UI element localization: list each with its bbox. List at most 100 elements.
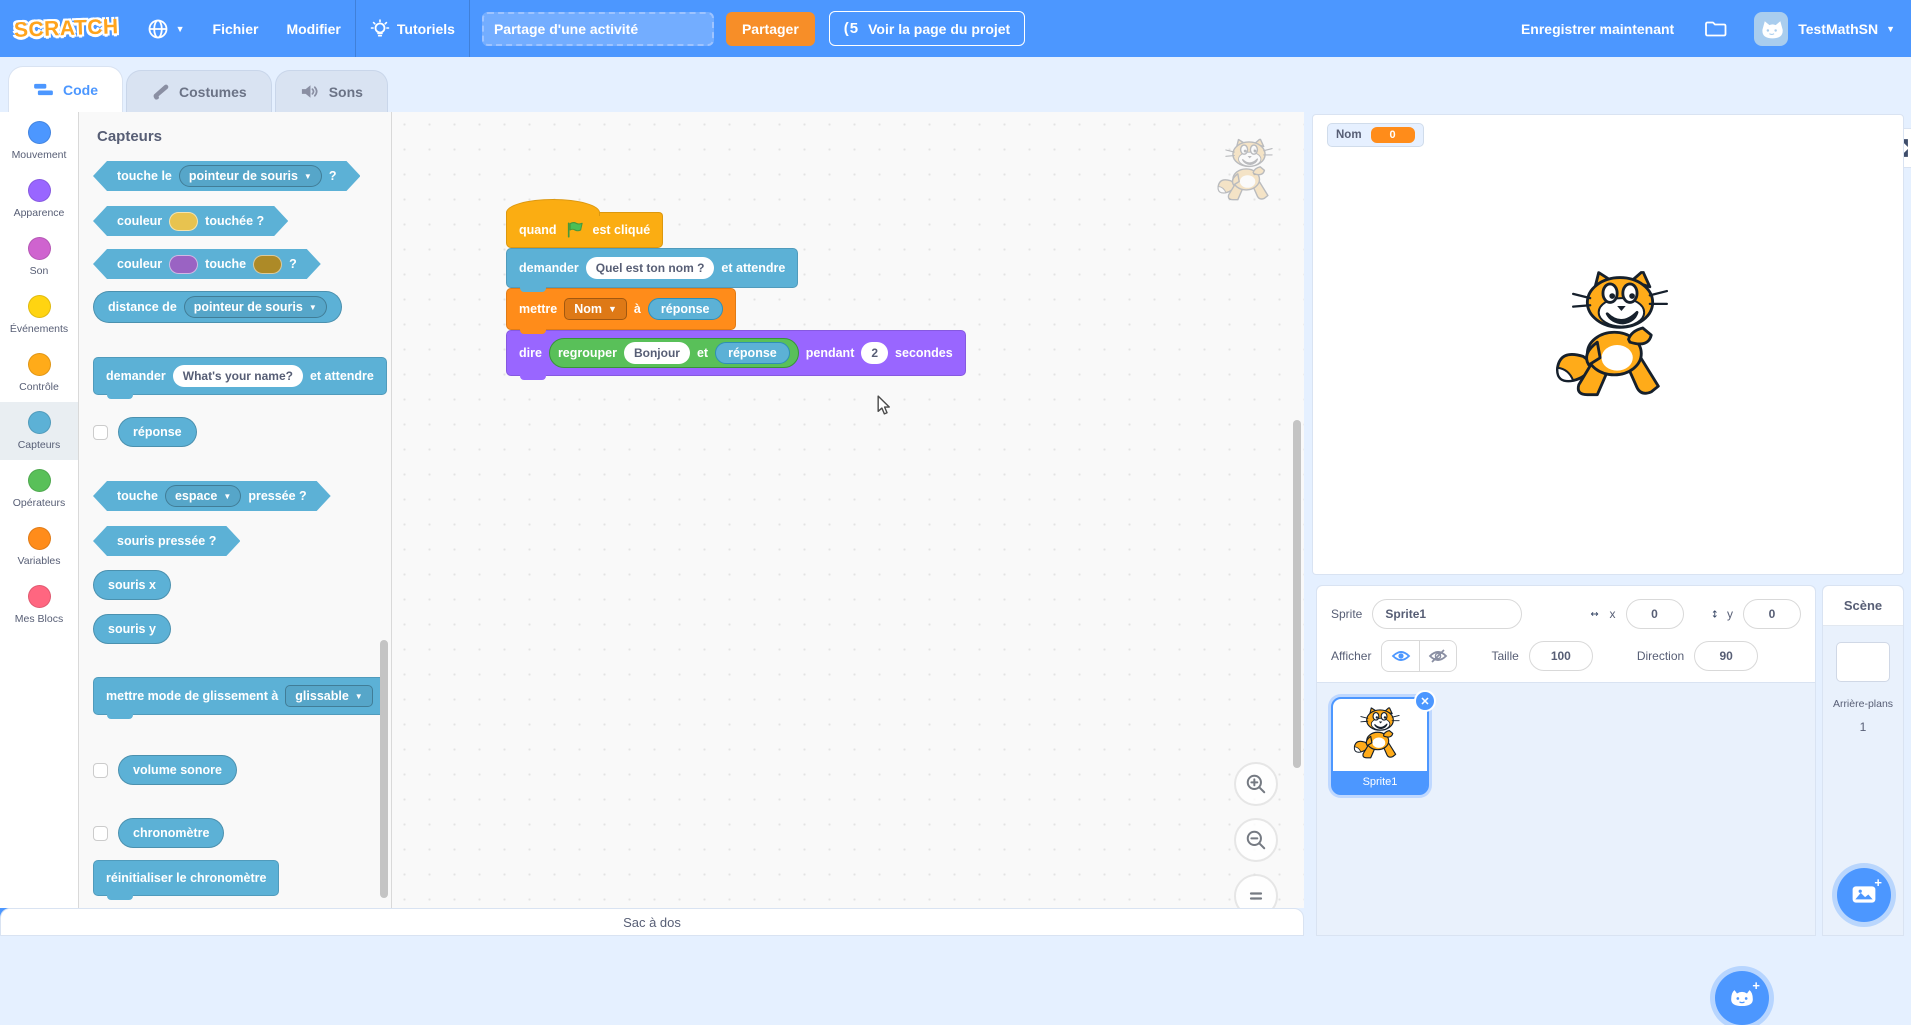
script-block-quand-drapeau-clique[interactable]: quand est cliqué [506, 212, 663, 248]
sprite-tile-name: Sprite1 [1333, 771, 1427, 793]
palette-scrollbar[interactable] [380, 640, 388, 898]
tab-sounds[interactable]: Sons [275, 70, 388, 112]
x-position-input[interactable] [1626, 599, 1684, 629]
monitor-checkbox[interactable] [93, 826, 108, 841]
palette-block-souris-pressee[interactable]: souris pressée ? [93, 526, 240, 556]
globe-icon [147, 18, 169, 40]
zoom-reset-button[interactable] [1234, 874, 1278, 908]
sprite-on-stage[interactable] [1549, 271, 1691, 402]
divider [469, 0, 470, 57]
sidebar-category-evenements[interactable]: Événements [0, 286, 78, 344]
sprite-thumbnail-cat [1351, 707, 1409, 761]
project-page-button[interactable]: (5 Voir la page du projet [829, 11, 1025, 46]
reponse-reporter[interactable]: réponse [715, 342, 790, 364]
show-sprite-button[interactable] [1382, 641, 1419, 671]
project-title-input[interactable] [482, 12, 714, 46]
dropdown-field[interactable]: pointeur de souris▼ [179, 165, 322, 187]
category-dot-icon [28, 411, 51, 434]
text-input-field[interactable]: What's your name? [173, 365, 303, 387]
text-input-field[interactable]: Bonjour [624, 342, 690, 364]
palette-block-reponse[interactable]: réponse [118, 417, 197, 447]
palette-block-touche-pressee[interactable]: touche espace▼ pressée ? [93, 481, 331, 511]
scratch-logo[interactable]: SCRATCH [14, 15, 119, 43]
palette-block-volume-sonore[interactable]: volume sonore [118, 755, 237, 785]
tab-code[interactable]: Code [8, 66, 123, 112]
palette-category-title: Capteurs [97, 128, 391, 145]
zoom-in-button[interactable] [1234, 762, 1278, 806]
sidebar-category-son[interactable]: Son [0, 228, 78, 286]
palette-block-distance-de[interactable]: distance de pointeur de souris▼ [93, 291, 342, 323]
block-palette: Capteurs touche le pointeur de souris▼ ?… [79, 112, 392, 908]
hide-sprite-button[interactable] [1419, 641, 1456, 671]
chevron-down-icon: ▼ [176, 24, 185, 34]
palette-block-chronometre[interactable]: chronomètre [118, 818, 224, 848]
chevron-down-icon: ▼ [309, 303, 317, 312]
color-picker-field[interactable] [169, 212, 198, 231]
code-workspace[interactable]: quand est cliqué demander Quel est ton n… [392, 112, 1304, 908]
size-input[interactable] [1529, 641, 1593, 671]
monitor-checkbox[interactable] [93, 763, 108, 778]
share-button[interactable]: Partager [726, 12, 815, 46]
account-menu[interactable]: TestMathSN ▼ [1798, 21, 1895, 37]
menu-file[interactable]: Fichier [199, 0, 273, 57]
language-selector[interactable]: ▼ [133, 0, 199, 57]
variable-monitor[interactable]: Nom 0 [1327, 123, 1424, 147]
sprite-tile-sprite1[interactable]: Sprite1 ✕ [1331, 697, 1429, 795]
direction-input[interactable] [1694, 641, 1758, 671]
monitor-checkbox[interactable] [93, 425, 108, 440]
palette-block-couleur-touchee[interactable]: couleur touchée ? [93, 206, 288, 236]
category-dot-icon [28, 353, 51, 376]
menu-edit[interactable]: Modifier [272, 0, 354, 57]
sidebar-category-controle[interactable]: Contrôle [0, 344, 78, 402]
stage-backdrop-panel[interactable]: Scène Arrière-plans 1 + [1822, 585, 1904, 936]
delete-sprite-button[interactable]: ✕ [1414, 690, 1436, 712]
chevron-down-icon: ▼ [355, 692, 363, 701]
palette-block-reinitialiser-chronometre[interactable]: réinitialiser le chronomètre [93, 860, 279, 896]
add-sprite-button[interactable]: + [1715, 971, 1769, 1025]
palette-block-couleur-touche-couleur[interactable]: couleur touche ? [93, 249, 321, 279]
script-block-dire-pendant[interactable]: dire regrouper Bonjour et réponse pendan… [506, 330, 966, 376]
dropdown-field[interactable]: glissable▼ [285, 685, 372, 707]
save-now-link[interactable]: Enregistrer maintenant [1521, 21, 1674, 37]
color-picker-field[interactable] [169, 255, 198, 274]
palette-block-demander[interactable]: demander What's your name? et attendre [93, 357, 387, 395]
dropdown-field[interactable]: espace▼ [165, 485, 241, 507]
palette-block-souris-x[interactable]: souris x [93, 570, 171, 600]
menu-tutorials[interactable]: Tutoriels [356, 0, 469, 57]
backpack-bar[interactable]: Sac à dos [0, 908, 1304, 936]
palette-block-mode-glissement[interactable]: mettre mode de glissement à glissable▼ [93, 677, 386, 715]
chevron-down-icon: ▼ [1886, 24, 1895, 34]
zoom-reset-icon [1247, 887, 1265, 905]
my-stuff-folder-icon[interactable] [1704, 18, 1728, 40]
workspace-scrollbar[interactable] [1293, 420, 1301, 768]
avatar[interactable] [1754, 12, 1788, 46]
palette-block-souris-y[interactable]: souris y [93, 614, 171, 644]
script-block-mettre-variable[interactable]: mettre Nom▼ à réponse [506, 288, 736, 330]
variable-dropdown-field[interactable]: Nom▼ [564, 298, 627, 320]
zoom-out-button[interactable] [1234, 818, 1278, 862]
dropdown-field[interactable]: pointeur de souris▼ [184, 296, 327, 318]
operator-regrouper-block[interactable]: regrouper Bonjour et réponse [549, 338, 799, 368]
color-picker-field[interactable] [253, 255, 282, 274]
sidebar-category-mes-blocs[interactable]: Mes Blocs [0, 576, 78, 634]
add-backdrop-button[interactable]: + [1837, 868, 1891, 922]
y-position-input[interactable] [1743, 599, 1801, 629]
reponse-reporter[interactable]: réponse [648, 298, 723, 320]
x-label: x [1610, 607, 1616, 621]
palette-block-touche-le[interactable]: touche le pointeur de souris▼ ? [93, 161, 360, 191]
category-dot-icon [28, 237, 51, 260]
sidebar-category-variables[interactable]: Variables [0, 518, 78, 576]
sidebar-category-operateurs[interactable]: Opérateurs [0, 460, 78, 518]
script-block-demander[interactable]: demander Quel est ton nom ? et attendre [506, 248, 798, 288]
number-input-field[interactable]: 2 [861, 342, 888, 364]
sidebar-category-apparence[interactable]: Apparence [0, 170, 78, 228]
backdrop-thumbnail[interactable] [1836, 642, 1890, 682]
category-dot-icon [28, 179, 51, 202]
stage[interactable]: Nom 0 [1312, 114, 1904, 575]
text-input-field[interactable]: Quel est ton nom ? [586, 257, 715, 279]
sidebar-category-capteurs[interactable]: Capteurs [0, 402, 78, 460]
sidebar-category-mouvement[interactable]: Mouvement [0, 112, 78, 170]
sprite-name-input[interactable] [1372, 599, 1522, 629]
green-flag-icon [564, 221, 586, 239]
tab-costumes[interactable]: Costumes [126, 70, 272, 112]
